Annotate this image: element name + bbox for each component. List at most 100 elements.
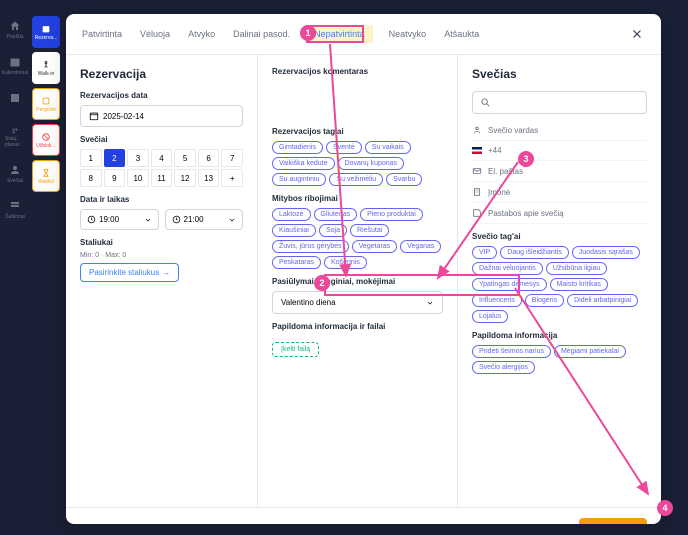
guest-title: Svečias (472, 67, 647, 81)
select-tables-button[interactable]: Pasirinkite staliukus→ (80, 263, 179, 282)
diet-tag[interactable]: Košerinis (324, 256, 367, 269)
tab-waitlist[interactable]: Waitlist (32, 160, 60, 192)
guest-tag[interactable]: Juodasis sąrašas (572, 246, 640, 259)
guest-tag[interactable]: Lojalus (472, 310, 508, 323)
status-tab-partial[interactable]: Dalinai pasod. (231, 25, 292, 43)
guest-tag[interactable]: VIP (472, 246, 497, 259)
diet-tag[interactable]: Peskataras (272, 256, 321, 269)
guest-search[interactable] (472, 91, 647, 114)
guest-extra-label: Papildoma informacija (472, 331, 647, 340)
email-checkbox[interactable]: ✓El. paštas (191, 524, 240, 525)
status-tab-unconfirmed[interactable]: Nepatvirtinta (306, 25, 373, 43)
guest-tag[interactable]: Daug išleidžiantis (500, 246, 568, 259)
annotation-4: 4 (657, 500, 673, 516)
guest-count-11[interactable]: 11 (151, 169, 173, 187)
time-from-select[interactable]: 19:00 (80, 209, 159, 230)
guest-count-+[interactable]: + (221, 169, 243, 187)
guest-count-6[interactable]: 6 (198, 149, 220, 167)
tab-walkin[interactable]: Walk-in (32, 52, 60, 84)
diet-tag[interactable]: Gliutenas (314, 208, 358, 221)
app-sidebar: Pradžia Kalendorius Stalų planas Svečiai… (0, 0, 30, 535)
reservation-tag[interactable]: Dovanų kuponas (338, 157, 405, 170)
diet-tag[interactable]: Pieno produktai (360, 208, 423, 221)
status-tab-confirmed[interactable]: Patvirtinta (80, 25, 124, 43)
diet-tag[interactable]: Vegetaras (352, 240, 398, 253)
chevron-down-icon (426, 299, 434, 307)
datetime-label: Data ir laikas (80, 195, 243, 204)
guest-count-8[interactable]: 8 (80, 169, 102, 187)
chevron-down-icon (228, 216, 236, 224)
guest-name-field[interactable]: Svečio vardas (472, 120, 647, 141)
guest-notes-field[interactable]: Pastabos apie svečią (472, 203, 647, 224)
diet-tag[interactable]: Laktozė (272, 208, 311, 221)
sidebar-floorplan[interactable]: Stalų planas (5, 128, 25, 148)
guest-tag[interactable]: Influenceris (472, 294, 522, 307)
guest-count-13[interactable]: 13 (198, 169, 220, 187)
guest-extra-tag[interactable]: Svečio alergijos (472, 361, 535, 374)
guest-count-10[interactable]: 10 (127, 169, 149, 187)
guest-tag[interactable]: Blogeris (525, 294, 564, 307)
sidebar-guests[interactable]: Svečiai (5, 164, 25, 184)
guest-company-field[interactable]: Įmonė (472, 182, 647, 203)
status-tab-cancelled[interactable]: Atšaukta (442, 25, 481, 43)
guest-extra-tag[interactable]: Pridėti šeimos narius (472, 345, 551, 358)
chevron-down-icon (144, 216, 152, 224)
guest-tag[interactable]: Dideli arbatpinigiai (567, 294, 638, 307)
guest-tag[interactable]: Užsibūna ilgiau (546, 262, 607, 275)
reservation-tag[interactable]: Svarbu (386, 173, 422, 186)
guest-tags-label: Svečio tag'ai (472, 232, 647, 241)
offer-dropdown[interactable]: Valentino diena (272, 291, 443, 314)
guest-phone-field[interactable]: +44 (472, 141, 647, 161)
guest-count-2[interactable]: 2 (104, 149, 126, 167)
tables-label: Staliukai (80, 238, 243, 247)
date-input[interactable]: 2025-02-14 (80, 105, 243, 127)
guest-count-5[interactable]: 5 (174, 149, 196, 167)
left-tabs: Rezerva... Walk-in Pergelsti Užblok... W… (32, 16, 62, 192)
guest-tag[interactable]: Ypatingas dėmesys (472, 278, 547, 291)
diet-tag[interactable]: Soja (319, 224, 347, 237)
tab-pending[interactable]: Pergelsti (32, 88, 60, 120)
guest-tag[interactable]: Maisto kritikas (550, 278, 608, 291)
guest-count-9[interactable]: 9 (104, 169, 126, 187)
tab-reservation[interactable]: Rezerva... (32, 16, 60, 48)
guest-count-7[interactable]: 7 (221, 149, 243, 167)
guest-count-3[interactable]: 3 (127, 149, 149, 167)
status-tab-noshow[interactable]: Neatvyko (387, 25, 429, 43)
sidebar-templates[interactable]: Šablonai (5, 200, 25, 220)
reservation-column: Rezervacija Rezervacijos data 2025-02-14… (66, 55, 258, 507)
sidebar-item[interactable] (5, 92, 25, 112)
guest-extra-tag[interactable]: Mėgiami patiekalai (554, 345, 626, 358)
guest-count-12[interactable]: 12 (174, 169, 196, 187)
tab-blocked[interactable]: Užblok... (32, 124, 60, 156)
guest-column: Svečias Svečio vardas +44 El. paštas Įmo… (458, 55, 661, 507)
reservation-tag[interactable]: Su vežimėliu (329, 173, 383, 186)
status-tab-arrived[interactable]: Atvyko (186, 25, 217, 43)
sidebar-home[interactable]: Pradžia (5, 20, 25, 40)
status-tab-late[interactable]: Vėluoja (138, 25, 172, 43)
guest-tag[interactable]: Dažnai vėluojantis (472, 262, 543, 275)
check-icon: ✓ (191, 524, 202, 525)
close-button[interactable] (627, 24, 647, 44)
upload-file-button[interactable]: Įkelti failą (272, 342, 319, 357)
sidebar-calendar[interactable]: Kalendorius (5, 56, 25, 76)
reservation-tag[interactable]: Vaikiška kėdutė (272, 157, 335, 170)
save-button[interactable]: Išsaugoti (579, 518, 647, 524)
guest-count-4[interactable]: 4 (151, 149, 173, 167)
guest-tags: VIPDaug išleidžiantis Juodasis sąrašas Daž… (472, 246, 647, 323)
tables-info: Min: 0 · Max: 0 (80, 252, 243, 259)
diet-tag[interactable]: Žuvis, jūros gėrybės (272, 240, 349, 253)
reservation-tag[interactable]: Šventė (326, 141, 362, 154)
sms-checkbox[interactable]: ✓SMS (150, 524, 181, 525)
time-to-select[interactable]: 21:00 (165, 209, 244, 230)
guest-email-field[interactable]: El. paštas (472, 161, 647, 182)
diet-tag[interactable]: Kiaušiniai (272, 224, 316, 237)
search-icon (480, 97, 491, 108)
guest-count-grid: 12345678910111213+ (80, 149, 243, 187)
guest-count-1[interactable]: 1 (80, 149, 102, 167)
diet-tag[interactable]: Riešutai (350, 224, 389, 237)
diet-tag[interactable]: Veganas (400, 240, 441, 253)
reservation-tag[interactable]: Su vaikais (365, 141, 411, 154)
offers-label: Pasiūlymai, renginiai, mokėjimai (272, 277, 443, 286)
reservation-tag[interactable]: Gimtadienis (272, 141, 323, 154)
reservation-tag[interactable]: Su augintiniu (272, 173, 326, 186)
